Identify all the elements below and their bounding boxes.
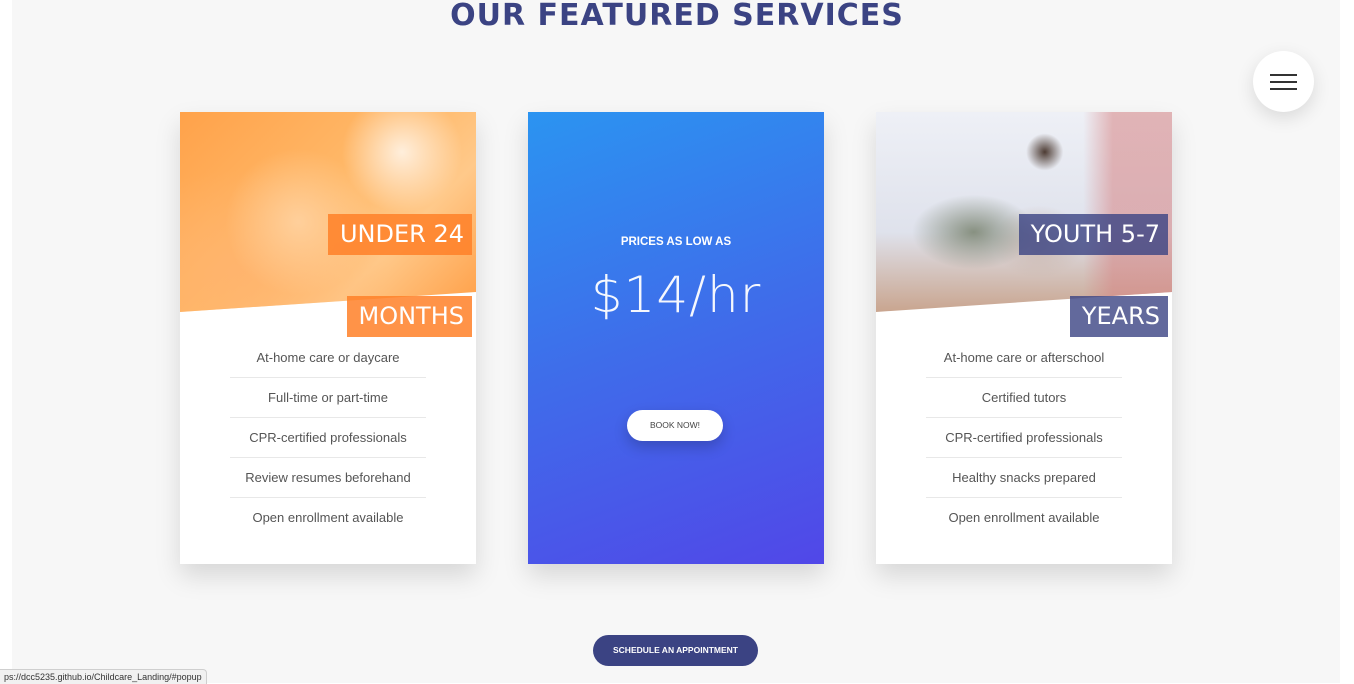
- feature-item: CPR-certified professionals: [230, 418, 426, 458]
- feature-item: Open enrollment available: [252, 510, 404, 525]
- feature-item: At-home care or afterschool: [926, 338, 1122, 378]
- feature-item: Certified tutors: [926, 378, 1122, 418]
- pricing-card: PRICES AS LOW AS $14/hr BOOK NOW!: [528, 112, 824, 564]
- feature-item: At-home care or daycare: [230, 338, 426, 378]
- feature-list: At-home care or daycare Full-time or par…: [230, 338, 426, 537]
- hamburger-menu-button[interactable]: [1253, 51, 1314, 112]
- card-image-label: YOUTH 5-7 YEARS: [1018, 214, 1168, 341]
- service-card-youth-5-7-years: YOUTH 5-7 YEARS At-home care or aftersch…: [876, 112, 1172, 564]
- section-title: OUR FEATURED SERVICES: [450, 0, 904, 33]
- book-now-button[interactable]: BOOK NOW!: [627, 410, 723, 441]
- feature-item: Review resumes beforehand: [230, 458, 426, 498]
- price-label: PRICES AS LOW AS: [620, 236, 732, 248]
- feature-item: Open enrollment available: [948, 510, 1100, 525]
- feature-item: CPR-certified professionals: [926, 418, 1122, 458]
- feature-item: Full-time or part-time: [230, 378, 426, 418]
- feature-item: Healthy snacks prepared: [926, 458, 1122, 498]
- service-card-under-24-months: UNDER 24 MONTHS At-home care or daycare …: [180, 112, 476, 564]
- card-label-line: MONTHS: [346, 296, 472, 337]
- card-label-line: UNDER 24: [327, 214, 472, 255]
- price-value: $14/hr: [590, 266, 762, 324]
- card-image-label: UNDER 24 MONTHS: [327, 214, 472, 341]
- card-label-line: YEARS: [1069, 296, 1168, 337]
- schedule-appointment-button[interactable]: SCHEDULE AN APPOINTMENT: [593, 635, 758, 666]
- browser-status-bar-url: ps://dcc5235.github.io/Childcare_Landing…: [0, 669, 207, 684]
- card-label-line: YOUTH 5-7: [1018, 214, 1168, 255]
- feature-list: At-home care or afterschool Certified tu…: [926, 338, 1122, 537]
